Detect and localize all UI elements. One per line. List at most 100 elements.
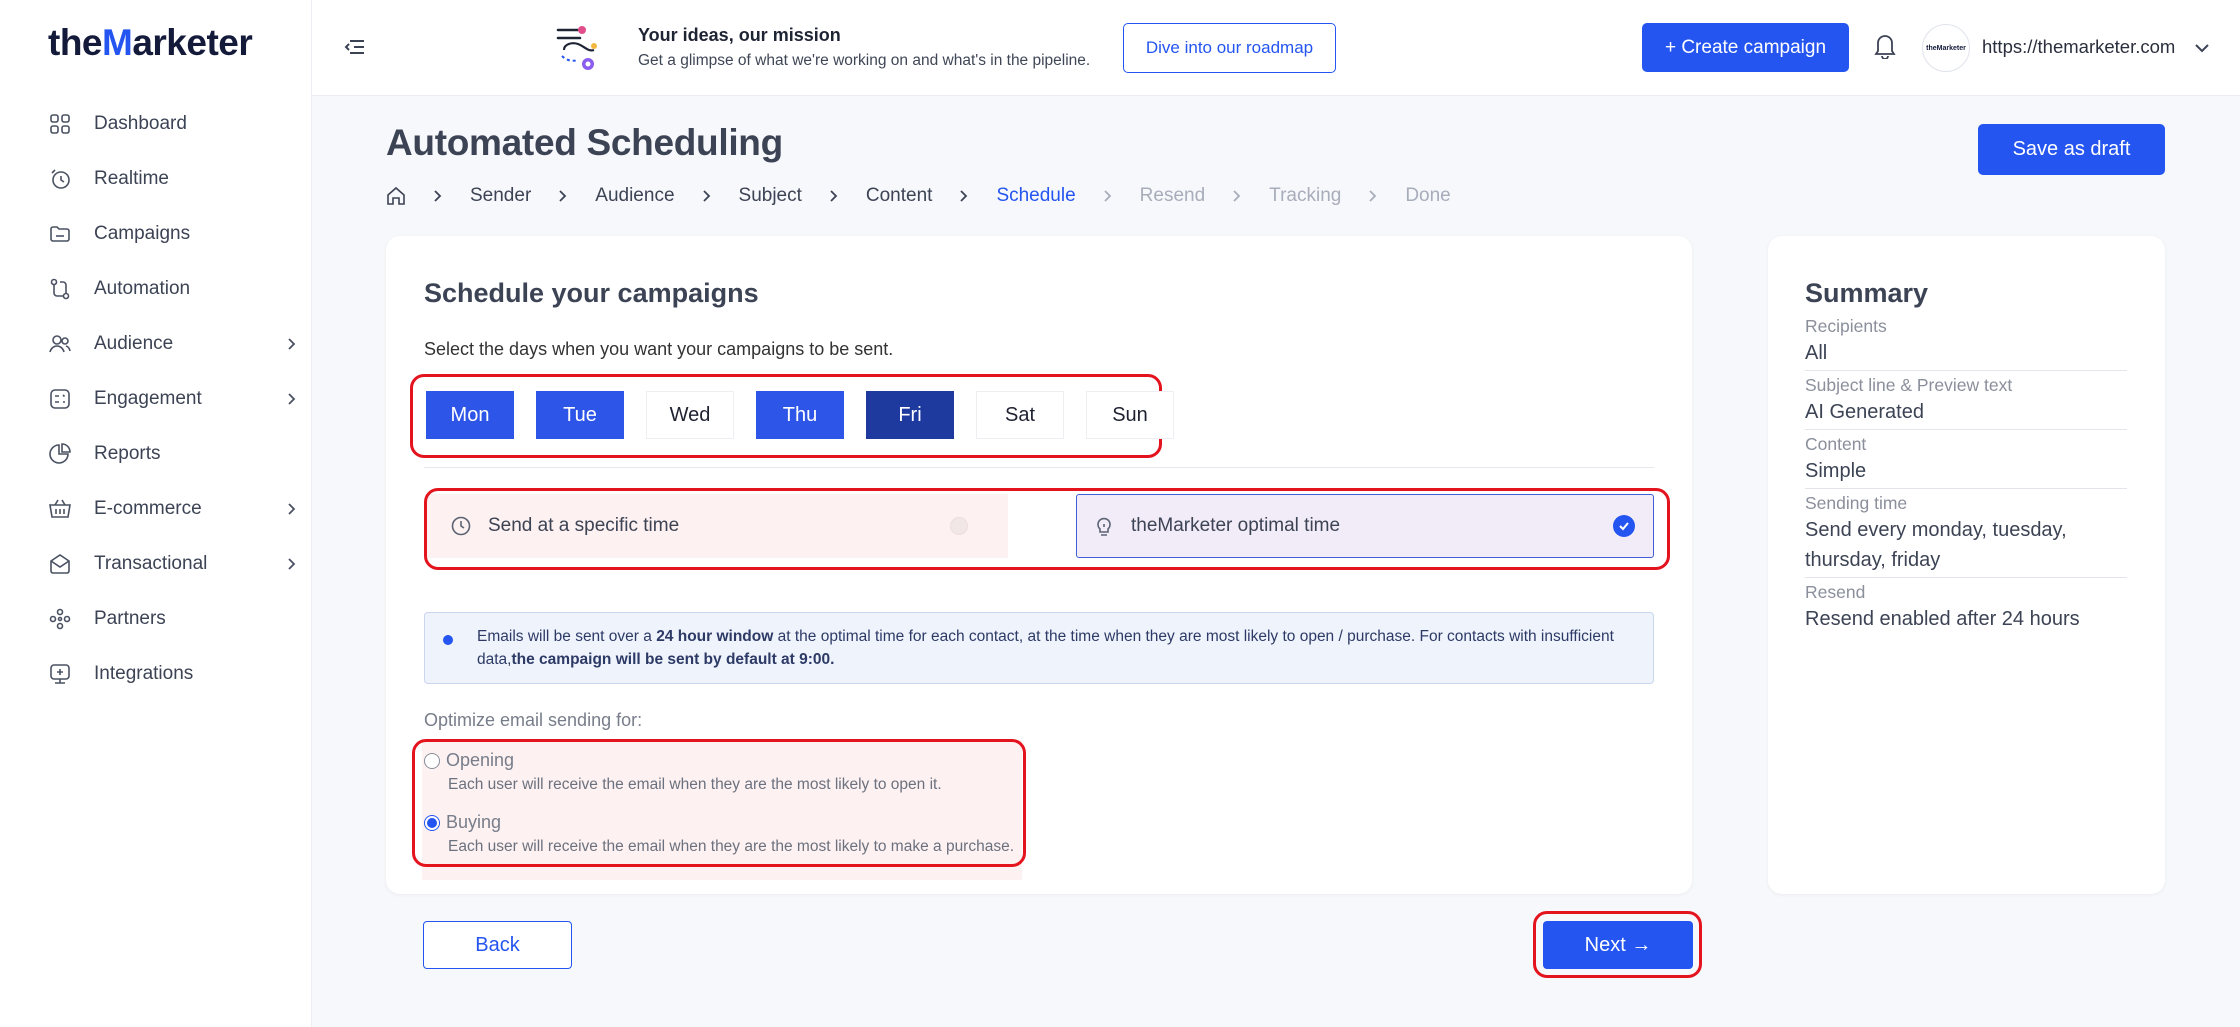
basket-icon — [48, 497, 72, 521]
summary-card: Summary Recipients All Subject line & Pr… — [1768, 236, 2165, 894]
summary-value: Send every monday, tuesday, thursday, fr… — [1805, 519, 2067, 571]
summary-row: Resend Resend enabled after 24 hours — [1805, 580, 2127, 636]
day-tue[interactable]: Tue — [536, 391, 624, 439]
summary-label: Content — [1805, 434, 1867, 454]
account-site[interactable]: https://themarketer.com — [1982, 36, 2175, 58]
info-dot-icon — [443, 635, 453, 645]
day-thu[interactable]: Thu — [756, 391, 844, 439]
sidebar-item-campaigns[interactable]: Campaigns — [48, 206, 298, 261]
pie-chart-icon — [48, 442, 72, 466]
day-wed[interactable]: Wed — [646, 391, 734, 439]
sidebar-item-label: Transactional — [94, 552, 208, 574]
dashboard-icon — [48, 112, 72, 136]
info-text: Emails will be sent over a 24 hour windo… — [477, 628, 1614, 668]
back-button[interactable]: Back — [423, 921, 572, 969]
summary-value: Resend enabled after 24 hours — [1805, 608, 2080, 630]
sidebar-item-dashboard[interactable]: Dashboard — [48, 96, 298, 151]
sidebar-item-engagement[interactable]: Engagement — [48, 371, 298, 426]
chevron-right-icon — [1233, 190, 1241, 202]
day-fri[interactable]: Fri — [866, 391, 954, 439]
folder-icon — [48, 222, 72, 246]
sidebar-item-label: Audience — [94, 332, 174, 354]
summary-value: Simple — [1805, 460, 1867, 482]
day-sun[interactable]: Sun — [1086, 391, 1174, 439]
sidebar-item-label: Realtime — [94, 167, 169, 189]
save-draft-button[interactable]: Save as draft — [1978, 124, 2165, 175]
chevron-right-icon — [288, 557, 296, 570]
engagement-icon — [48, 387, 72, 411]
sidebar-item-label: Campaigns — [94, 222, 191, 244]
sidebar-item-realtime[interactable]: Realtime — [48, 151, 298, 206]
chevron-right-icon — [434, 190, 442, 202]
schedule-hint: Select the days when you want your campa… — [424, 339, 894, 359]
sidebar-item-label: Partners — [94, 607, 166, 629]
breadcrumb-step-sender[interactable]: Sender — [470, 185, 531, 207]
optimize-label: Optimize email sending for: — [424, 710, 643, 730]
sidebar-item-label: Integrations — [94, 662, 194, 684]
roadmap-title: Your ideas, our mission — [638, 25, 841, 45]
sidebar-item-label: Reports — [94, 442, 161, 464]
sidebar-item-reports[interactable]: Reports — [48, 426, 298, 481]
sidebar-item-label: E-commerce — [94, 497, 202, 519]
chevron-right-icon — [702, 190, 710, 202]
breadcrumb: Sender Audience Subject Content Schedule… — [386, 184, 1451, 208]
day-selector: Mon Tue Wed Thu Fri Sat Sun — [426, 391, 1196, 439]
summary-label: Subject line & Preview text — [1805, 375, 2013, 395]
highlight-goal — [412, 739, 1026, 867]
roadmap-button[interactable]: Dive into our roadmap — [1123, 23, 1336, 73]
realtime-icon — [48, 167, 72, 191]
breadcrumb-step-done: Done — [1405, 185, 1451, 206]
summary-label: Recipients — [1805, 316, 1887, 336]
summary-row: Sending time Send every monday, tuesday,… — [1805, 491, 2127, 578]
day-sat[interactable]: Sat — [976, 391, 1064, 439]
summary-value: AI Generated — [1805, 401, 1924, 423]
sidebar-item-label: Engagement — [94, 387, 202, 409]
sidebar-item-partners[interactable]: Partners — [48, 591, 298, 646]
breadcrumb-step-subject[interactable]: Subject — [739, 185, 802, 207]
topbar: Your ideas, our mission Get a glimpse of… — [312, 0, 2240, 96]
chevron-right-icon — [288, 502, 296, 515]
breadcrumb-step-audience[interactable]: Audience — [595, 185, 674, 207]
sidebar-item-automation[interactable]: Automation — [48, 261, 298, 316]
summary-row: Recipients All — [1805, 314, 2127, 371]
sidebar-item-label: Automation — [94, 277, 191, 299]
day-mon[interactable]: Mon — [426, 391, 514, 439]
integrations-icon — [48, 662, 72, 686]
summary-row: Content Simple — [1805, 432, 2127, 489]
logo[interactable]: theMarketer — [48, 22, 253, 64]
envelope-icon — [48, 552, 72, 576]
roadmap-icon — [556, 26, 597, 70]
summary-row: Subject line & Preview text AI Generated — [1805, 373, 2127, 430]
sidebar-item-audience[interactable]: Audience — [48, 316, 298, 371]
divider — [424, 467, 1654, 468]
avatar[interactable]: theMarketer — [1922, 24, 1970, 72]
chevron-right-icon — [960, 190, 968, 202]
automation-icon — [48, 277, 72, 301]
summary-list: Recipients All Subject line & Preview te… — [1805, 314, 2127, 638]
schedule-title: Schedule your campaigns — [424, 278, 759, 308]
sidebar-item-transactional[interactable]: Transactional — [48, 536, 298, 591]
chevron-down-icon[interactable] — [2194, 40, 2210, 56]
create-campaign-button[interactable]: + Create campaign — [1642, 23, 1849, 72]
breadcrumb-step-resend: Resend — [1139, 185, 1206, 206]
sidebar-item-ecommerce[interactable]: E-commerce — [48, 481, 298, 536]
info-banner: Emails will be sent over a 24 hour windo… — [424, 612, 1654, 684]
breadcrumb-step-content[interactable]: Content — [866, 185, 933, 207]
bell-icon[interactable] — [1872, 31, 1898, 59]
breadcrumb-step-schedule[interactable]: Schedule — [996, 185, 1075, 207]
breadcrumb-step-tracking: Tracking — [1269, 185, 1342, 206]
summary-label: Resend — [1805, 582, 1866, 602]
summary-label: Sending time — [1805, 493, 1908, 513]
sidebar-item-integrations[interactable]: Integrations — [48, 646, 298, 701]
collapse-sidebar-icon[interactable] — [342, 34, 368, 60]
sidebar: theMarketer Dashboard Realtime Campaigns… — [0, 0, 312, 1027]
summary-value: All — [1805, 342, 1828, 364]
chevron-right-icon — [288, 337, 296, 350]
next-button[interactable]: Next → — [1543, 921, 1693, 969]
chevron-right-icon — [830, 190, 838, 202]
users-icon — [48, 332, 72, 356]
home-icon[interactable] — [386, 186, 406, 206]
sidebar-nav: Dashboard Realtime Campaigns Automation … — [48, 96, 298, 701]
chevron-right-icon — [1104, 190, 1111, 202]
page-title: Automated Scheduling — [386, 122, 783, 163]
